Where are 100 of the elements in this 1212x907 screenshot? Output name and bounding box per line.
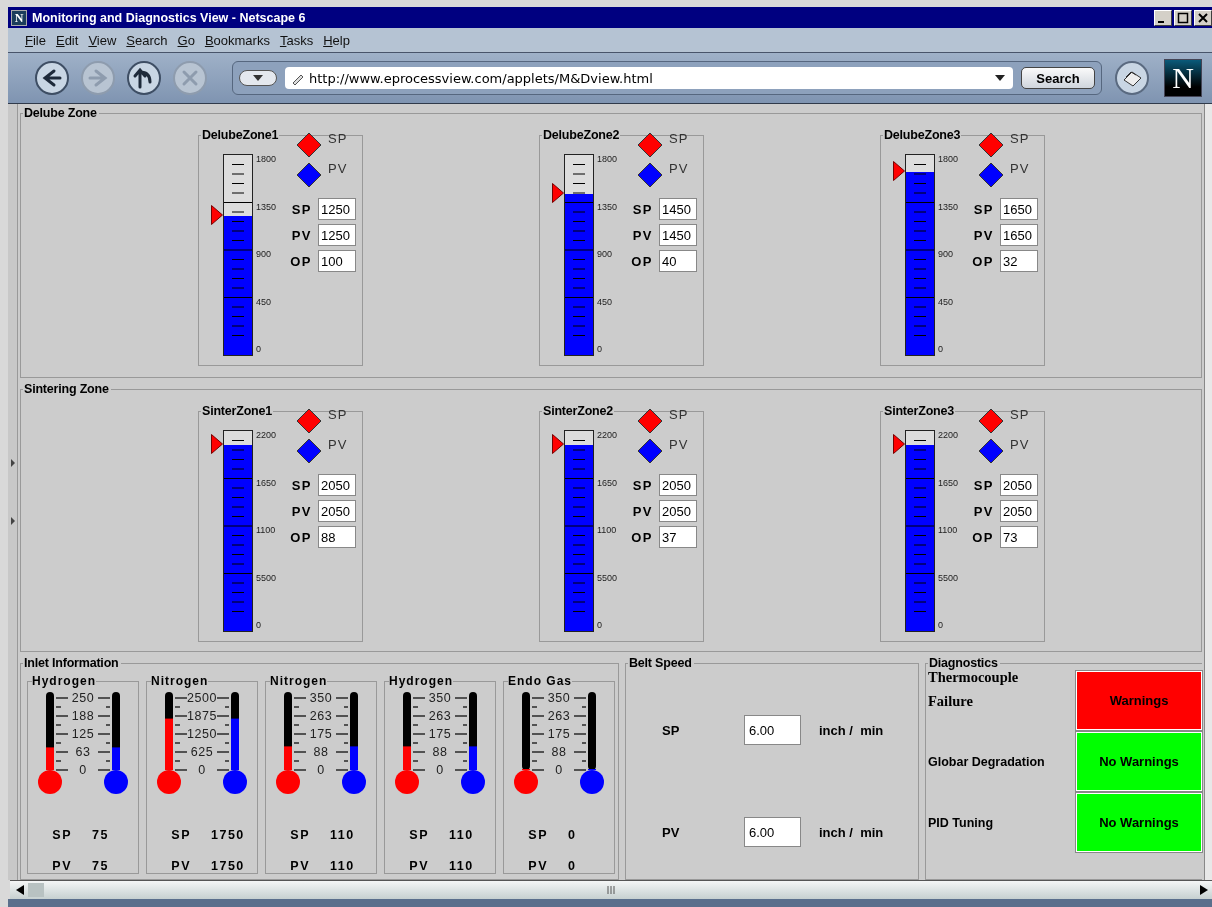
value-field[interactable]: 6.00 [744,817,801,847]
scale-label: 1350 [597,201,619,212]
value-field[interactable]: 1650 [1000,224,1038,246]
reading-label: PV [51,859,72,873]
scale-label: 1800 [938,154,960,164]
value-field[interactable]: 2050 [318,474,356,496]
value-field[interactable]: 2050 [659,474,697,496]
close-icon [1197,11,1209,24]
value-field[interactable]: 2050 [318,500,356,522]
field-label: PV [631,503,653,519]
dropdown-arrow-icon[interactable] [995,75,1005,81]
menu-item[interactable]: View [83,32,122,48]
scale-label: 5500 [256,572,278,583]
reading-label: PV [408,859,429,873]
scale-label: 1100 [597,525,618,535]
scale-label: 1800 [597,154,619,164]
field-label: OP [289,529,312,545]
value-field[interactable]: 88 [318,526,356,548]
unit-label: inch / min [819,722,884,738]
app-icon: N [11,9,27,26]
field-label: PV [290,503,312,519]
value-field[interactable]: 6.00 [744,715,801,745]
scale-label: 2200 [256,430,278,440]
diagnostic-label: Globar Degradation [927,754,1046,769]
value-field[interactable]: 73 [1000,526,1038,548]
value-field[interactable]: 1450 [659,224,697,246]
field-label: SP [290,201,312,217]
menu-item[interactable]: File [20,32,51,48]
field-label: SP [972,201,994,217]
scale-label: 900 [256,249,273,259]
menu-item[interactable]: Tasks [274,32,319,48]
field-label: OP [630,253,653,269]
reading-value: 1750 [211,859,245,873]
value-field[interactable]: 40 [659,250,697,272]
scale-label: 263 [428,709,452,723]
gauge-title: SinterZone2 [542,404,615,418]
scale-label: 5500 [597,572,619,583]
maximize-button[interactable] [1174,9,1192,26]
logo[interactable]: N [1164,59,1202,97]
reload-button[interactable] [126,60,162,96]
reading-label: PV [289,859,310,873]
legend-label: PV [1010,161,1030,176]
expand-arrow-icon[interactable] [10,517,15,525]
reading-label: PV [170,859,191,873]
close-button[interactable] [1194,9,1212,26]
scale-label: 350 [309,691,333,705]
value-field[interactable]: 100 [318,250,356,272]
url-field[interactable]: http://www.eprocessview.com/applets/M&Dview.html [285,67,1013,89]
legend-label: SP [1010,407,1030,422]
minimize-button[interactable] [1154,9,1172,26]
value-field[interactable]: 2050 [659,500,697,522]
field-label: PV [662,824,681,840]
scale-label: 0 [317,763,325,777]
field-label: OP [971,529,994,545]
value-field[interactable]: 1450 [659,198,697,220]
history-dropdown-button[interactable] [239,70,277,86]
scale-label: 1800 [256,154,278,164]
value-field[interactable]: 37 [659,526,697,548]
vertical-scrollbar[interactable] [1204,104,1212,880]
scale-label: 900 [597,249,614,259]
scale-label: 88 [432,745,448,759]
scale-label: 350 [547,691,571,705]
value-field[interactable]: 2050 [1000,474,1038,496]
search-button[interactable]: Search [1021,67,1095,89]
field-label: SP [662,722,681,738]
field-label: PV [290,227,312,243]
expand-arrow-icon[interactable] [10,459,15,467]
legend-label: SP [669,131,689,146]
scale-label: 1650 [256,477,278,488]
menu-item[interactable]: Bookmarks [199,32,275,48]
gas-title: Hydrogen [32,674,96,688]
scroll-thumb[interactable] [28,883,44,897]
value-field[interactable]: 2050 [1000,500,1038,522]
menu-item[interactable]: Edit [50,32,84,48]
value-field[interactable]: 32 [1000,250,1038,272]
scale-label: 63 [75,745,91,759]
scroll-left-arrow-icon[interactable] [16,885,24,895]
field-label: SP [290,477,312,493]
reading-value: 1750 [211,828,245,842]
sidebar-grip[interactable] [8,104,18,880]
menu-item[interactable]: Search [121,32,173,48]
scroll-right-arrow-icon[interactable] [1200,885,1208,895]
value-field[interactable]: 1250 [318,198,356,220]
horizontal-scrollbar[interactable] [10,880,1212,899]
scale-label: 250 [71,691,95,705]
scale-label: 5500 [938,572,960,583]
reading-label: SP [289,828,310,842]
menu-item[interactable]: Go [172,32,200,48]
scale-label: 1350 [938,201,960,212]
value-field[interactable]: 1650 [1000,198,1038,220]
menu-item[interactable]: Help [318,32,355,48]
unit-label: inch / min [819,824,884,840]
diagnostic-label: Thermocouple Failure [927,669,1020,711]
back-button[interactable] [34,60,70,96]
value-field[interactable]: 1250 [318,224,356,246]
status-indicator: No Warnings [1076,793,1202,852]
gauge-title: SinterZone3 [883,404,956,418]
scale-label: 2200 [938,430,960,440]
scale-label: 350 [428,691,452,705]
legend-label: PV [669,437,689,452]
